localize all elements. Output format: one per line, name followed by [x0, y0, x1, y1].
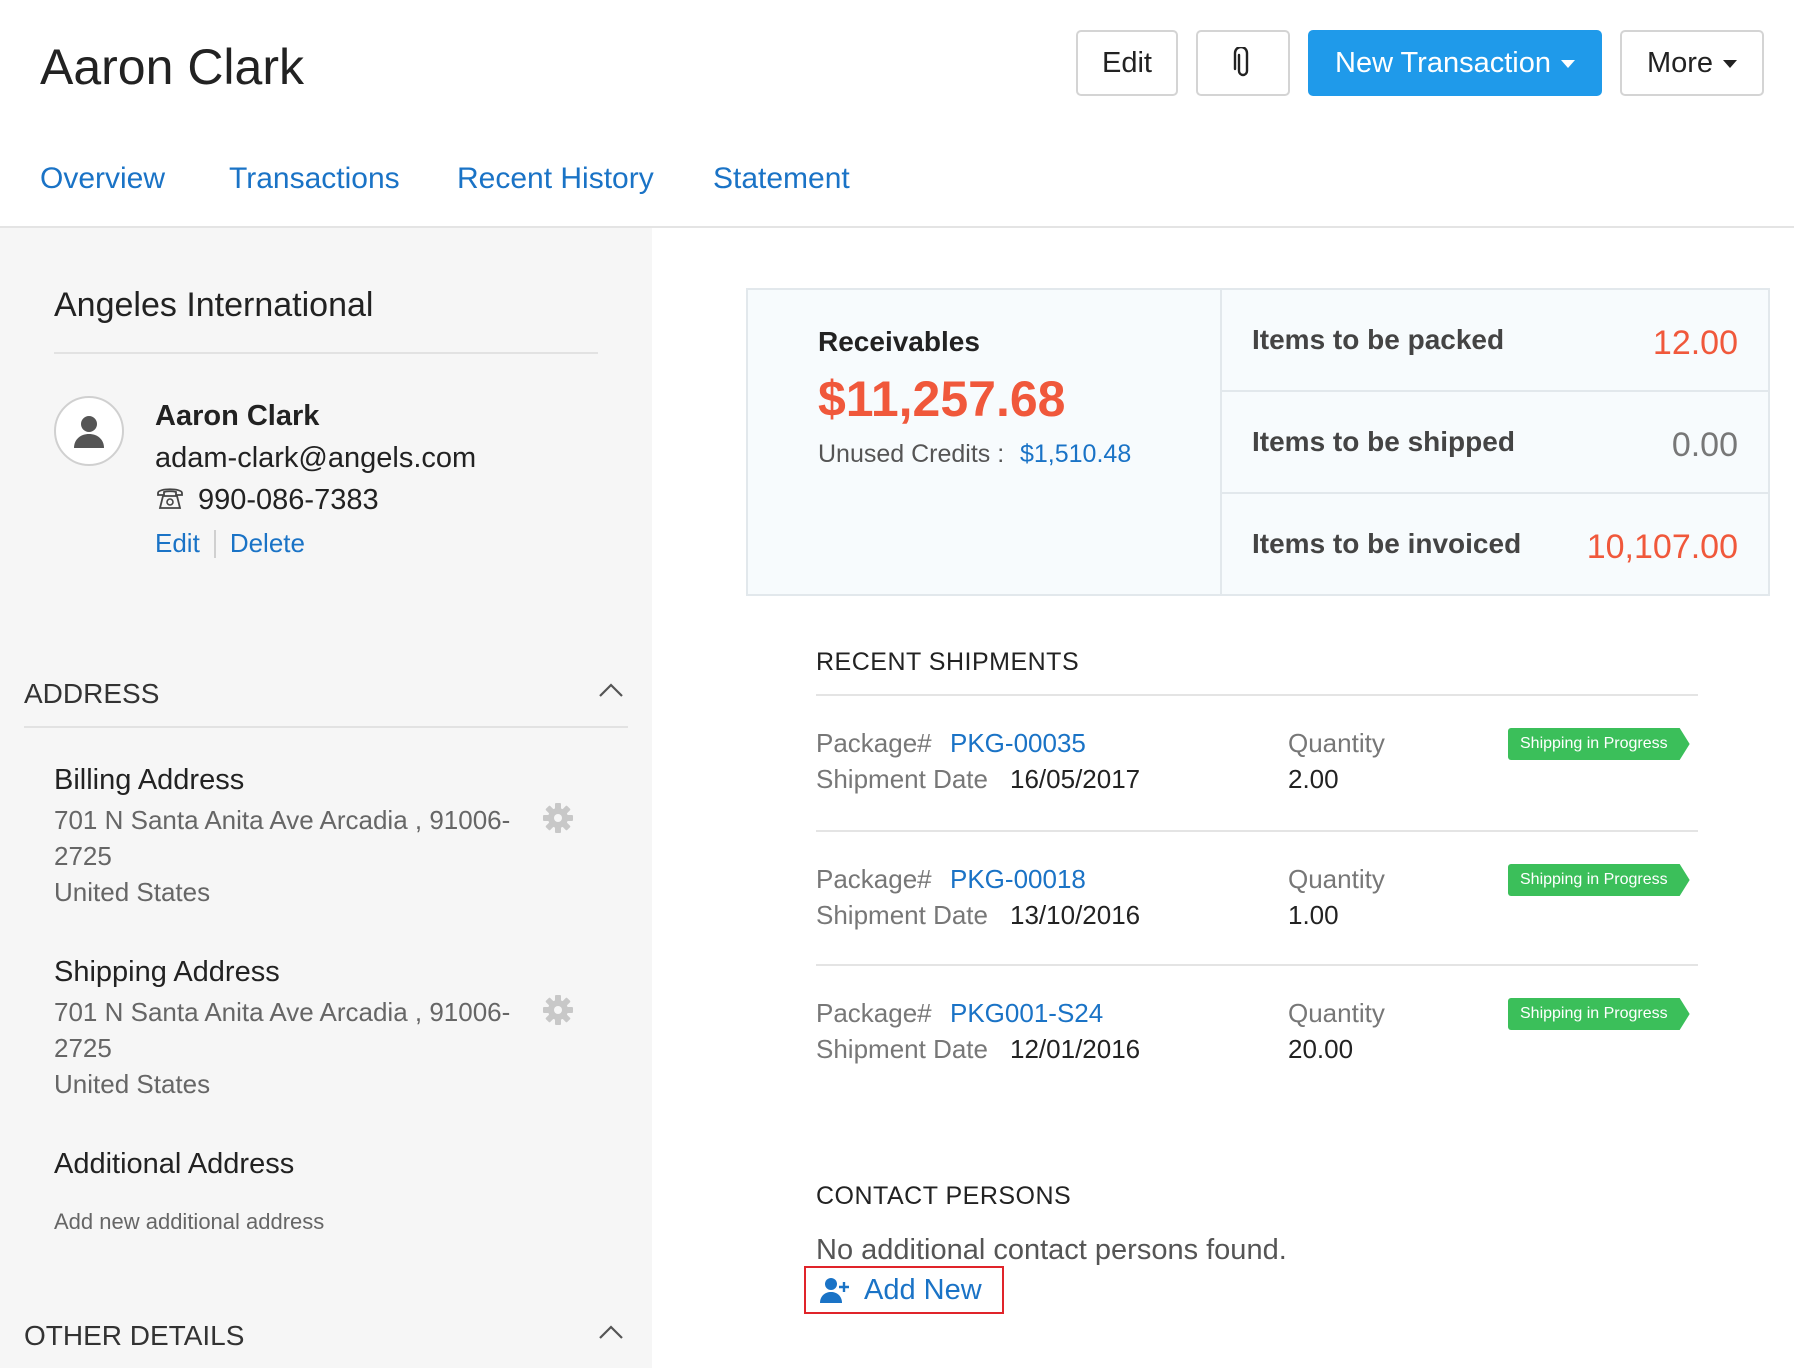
contact-persons-title: CONTACT PERSONS [816, 1182, 1072, 1210]
stat-label: Items to be packed [1252, 324, 1505, 355]
contact-delete-link[interactable]: Delete [230, 528, 305, 559]
receivables-amount: $11,257.68 [818, 371, 1066, 427]
add-additional-address-link[interactable]: Add new additional address [54, 1204, 514, 1240]
package-link[interactable]: PKG-00035 [950, 728, 1086, 759]
tab-overview[interactable]: Overview [40, 162, 165, 196]
tab-bar: Overview Transactions Recent History Sta… [0, 150, 1794, 228]
billing-address-line1: 701 N Santa Anita Ave Arcadia , 91006- [54, 805, 511, 835]
phone-icon [157, 488, 183, 509]
billing-address-country: United States [54, 877, 211, 907]
package-link[interactable]: PKG001-S24 [950, 998, 1103, 1029]
tab-transactions[interactable]: Transactions [229, 162, 400, 196]
edit-button[interactable]: Edit [1076, 30, 1178, 96]
stat-label: Items to be shipped [1252, 426, 1515, 457]
toolbar: Edit New Transaction More [0, 30, 1794, 96]
shipment-date-label: Shipment Date [816, 900, 988, 930]
stat-items-to-pack: Items to be packed 12.00 [1222, 290, 1768, 392]
new-transaction-button[interactable]: New Transaction [1308, 30, 1602, 96]
quantity-value: 1.00 [1288, 900, 1339, 930]
summary-card: Receivables $11,257.68 Unused Credits : … [746, 288, 1770, 596]
divider [24, 726, 628, 728]
unused-credits-label: Unused Credits : [818, 440, 1005, 468]
new-transaction-label: New Transaction [1335, 46, 1551, 79]
unused-credits-value[interactable]: $1,510.48 [1020, 440, 1131, 469]
add-new-contact-button[interactable]: Add New [804, 1266, 1004, 1314]
contact-name: Aaron Clark [155, 400, 320, 432]
quantity-label: Quantity [1288, 864, 1385, 894]
recent-shipments-title: RECENT SHIPMENTS [816, 648, 1080, 676]
more-button[interactable]: More [1620, 30, 1764, 96]
stat-value: 10,107.00 [1586, 528, 1738, 566]
package-link[interactable]: PKG-00018 [950, 864, 1086, 895]
gear-icon[interactable] [542, 802, 574, 834]
shipping-address-line2: 2725 [54, 1033, 112, 1063]
chevron-up-icon[interactable] [598, 682, 624, 698]
attach-button[interactable] [1196, 30, 1290, 96]
shipment-date: 16/05/2017 [1010, 764, 1141, 794]
billing-address-line2: 2725 [54, 841, 112, 871]
divider [816, 830, 1698, 832]
stat-value: 12.00 [1652, 324, 1738, 362]
caret-down-icon [1723, 60, 1738, 68]
shipping-address-line1: 701 N Santa Anita Ave Arcadia , 91006- [54, 997, 511, 1027]
package-label: Package# [816, 998, 932, 1028]
sidebar: Angeles International Aaron Clark adam-c… [0, 228, 652, 1368]
address-section-header[interactable]: ADDRESS [24, 678, 628, 710]
additional-address-title: Additional Address [54, 1148, 295, 1180]
more-label: More [1646, 46, 1714, 79]
tab-recent-history[interactable]: Recent History [457, 162, 654, 196]
shipment-row: Package# PKG-00035 Shipment Date 16/05/2… [816, 728, 1698, 846]
receivables-label: Receivables [818, 326, 980, 357]
stat-label: Items to be invoiced [1252, 528, 1522, 559]
quantity-label: Quantity [1288, 728, 1385, 758]
quantity-label: Quantity [1288, 998, 1385, 1028]
shipping-address-country: United States [54, 1069, 211, 1099]
shipment-date: 12/01/2016 [1010, 1034, 1141, 1064]
shipping-address-title: Shipping Address [54, 956, 280, 988]
add-new-label: Add New [864, 1273, 982, 1306]
package-label: Package# [816, 864, 932, 894]
shipment-date-label: Shipment Date [816, 1034, 988, 1064]
caret-down-icon [1561, 60, 1575, 68]
chevron-up-icon[interactable] [598, 1324, 624, 1340]
billing-address-title: Billing Address [54, 764, 245, 796]
status-badge: Shipping in Progress [1508, 998, 1690, 1030]
other-details-section-header[interactable]: OTHER DETAILS [24, 1320, 628, 1352]
stat-items-to-ship: Items to be shipped 0.00 [1222, 392, 1768, 494]
paperclip-icon [1233, 47, 1249, 77]
other-details-section-title: OTHER DETAILS [24, 1320, 245, 1351]
divider [213, 529, 216, 558]
divider [54, 352, 598, 354]
stat-items-to-invoice: Items to be invoiced 10,107.00 [1222, 494, 1768, 596]
quantity-value: 20.00 [1288, 1034, 1354, 1064]
status-badge: Shipping in Progress [1508, 728, 1690, 760]
address-section-title: ADDRESS [24, 678, 160, 709]
user-icon [74, 416, 104, 448]
contact-edit-link[interactable]: Edit [155, 528, 200, 559]
company-name: Angeles International [54, 286, 374, 324]
contact-phone: 990-086-7383 [198, 484, 379, 516]
quantity-value: 2.00 [1288, 764, 1339, 794]
gear-icon[interactable] [542, 994, 574, 1026]
contact-actions: Edit Delete [155, 528, 305, 559]
avatar [54, 396, 124, 466]
stat-value: 0.00 [1671, 426, 1738, 464]
shipment-date-label: Shipment Date [816, 764, 988, 794]
divider [816, 694, 1698, 696]
add-user-icon [820, 1278, 849, 1303]
shipment-row: Package# PKG001-S24 Shipment Date 12/01/… [816, 998, 1698, 1116]
package-label: Package# [816, 728, 932, 758]
shipment-date: 13/10/2016 [1010, 900, 1141, 930]
divider [816, 964, 1698, 966]
status-badge: Shipping in Progress [1508, 864, 1690, 896]
contact-email: adam-clark@angels.com [155, 442, 477, 474]
contact-persons-empty: No additional contact persons found. [816, 1234, 1287, 1266]
tab-statement[interactable]: Statement [713, 162, 850, 196]
